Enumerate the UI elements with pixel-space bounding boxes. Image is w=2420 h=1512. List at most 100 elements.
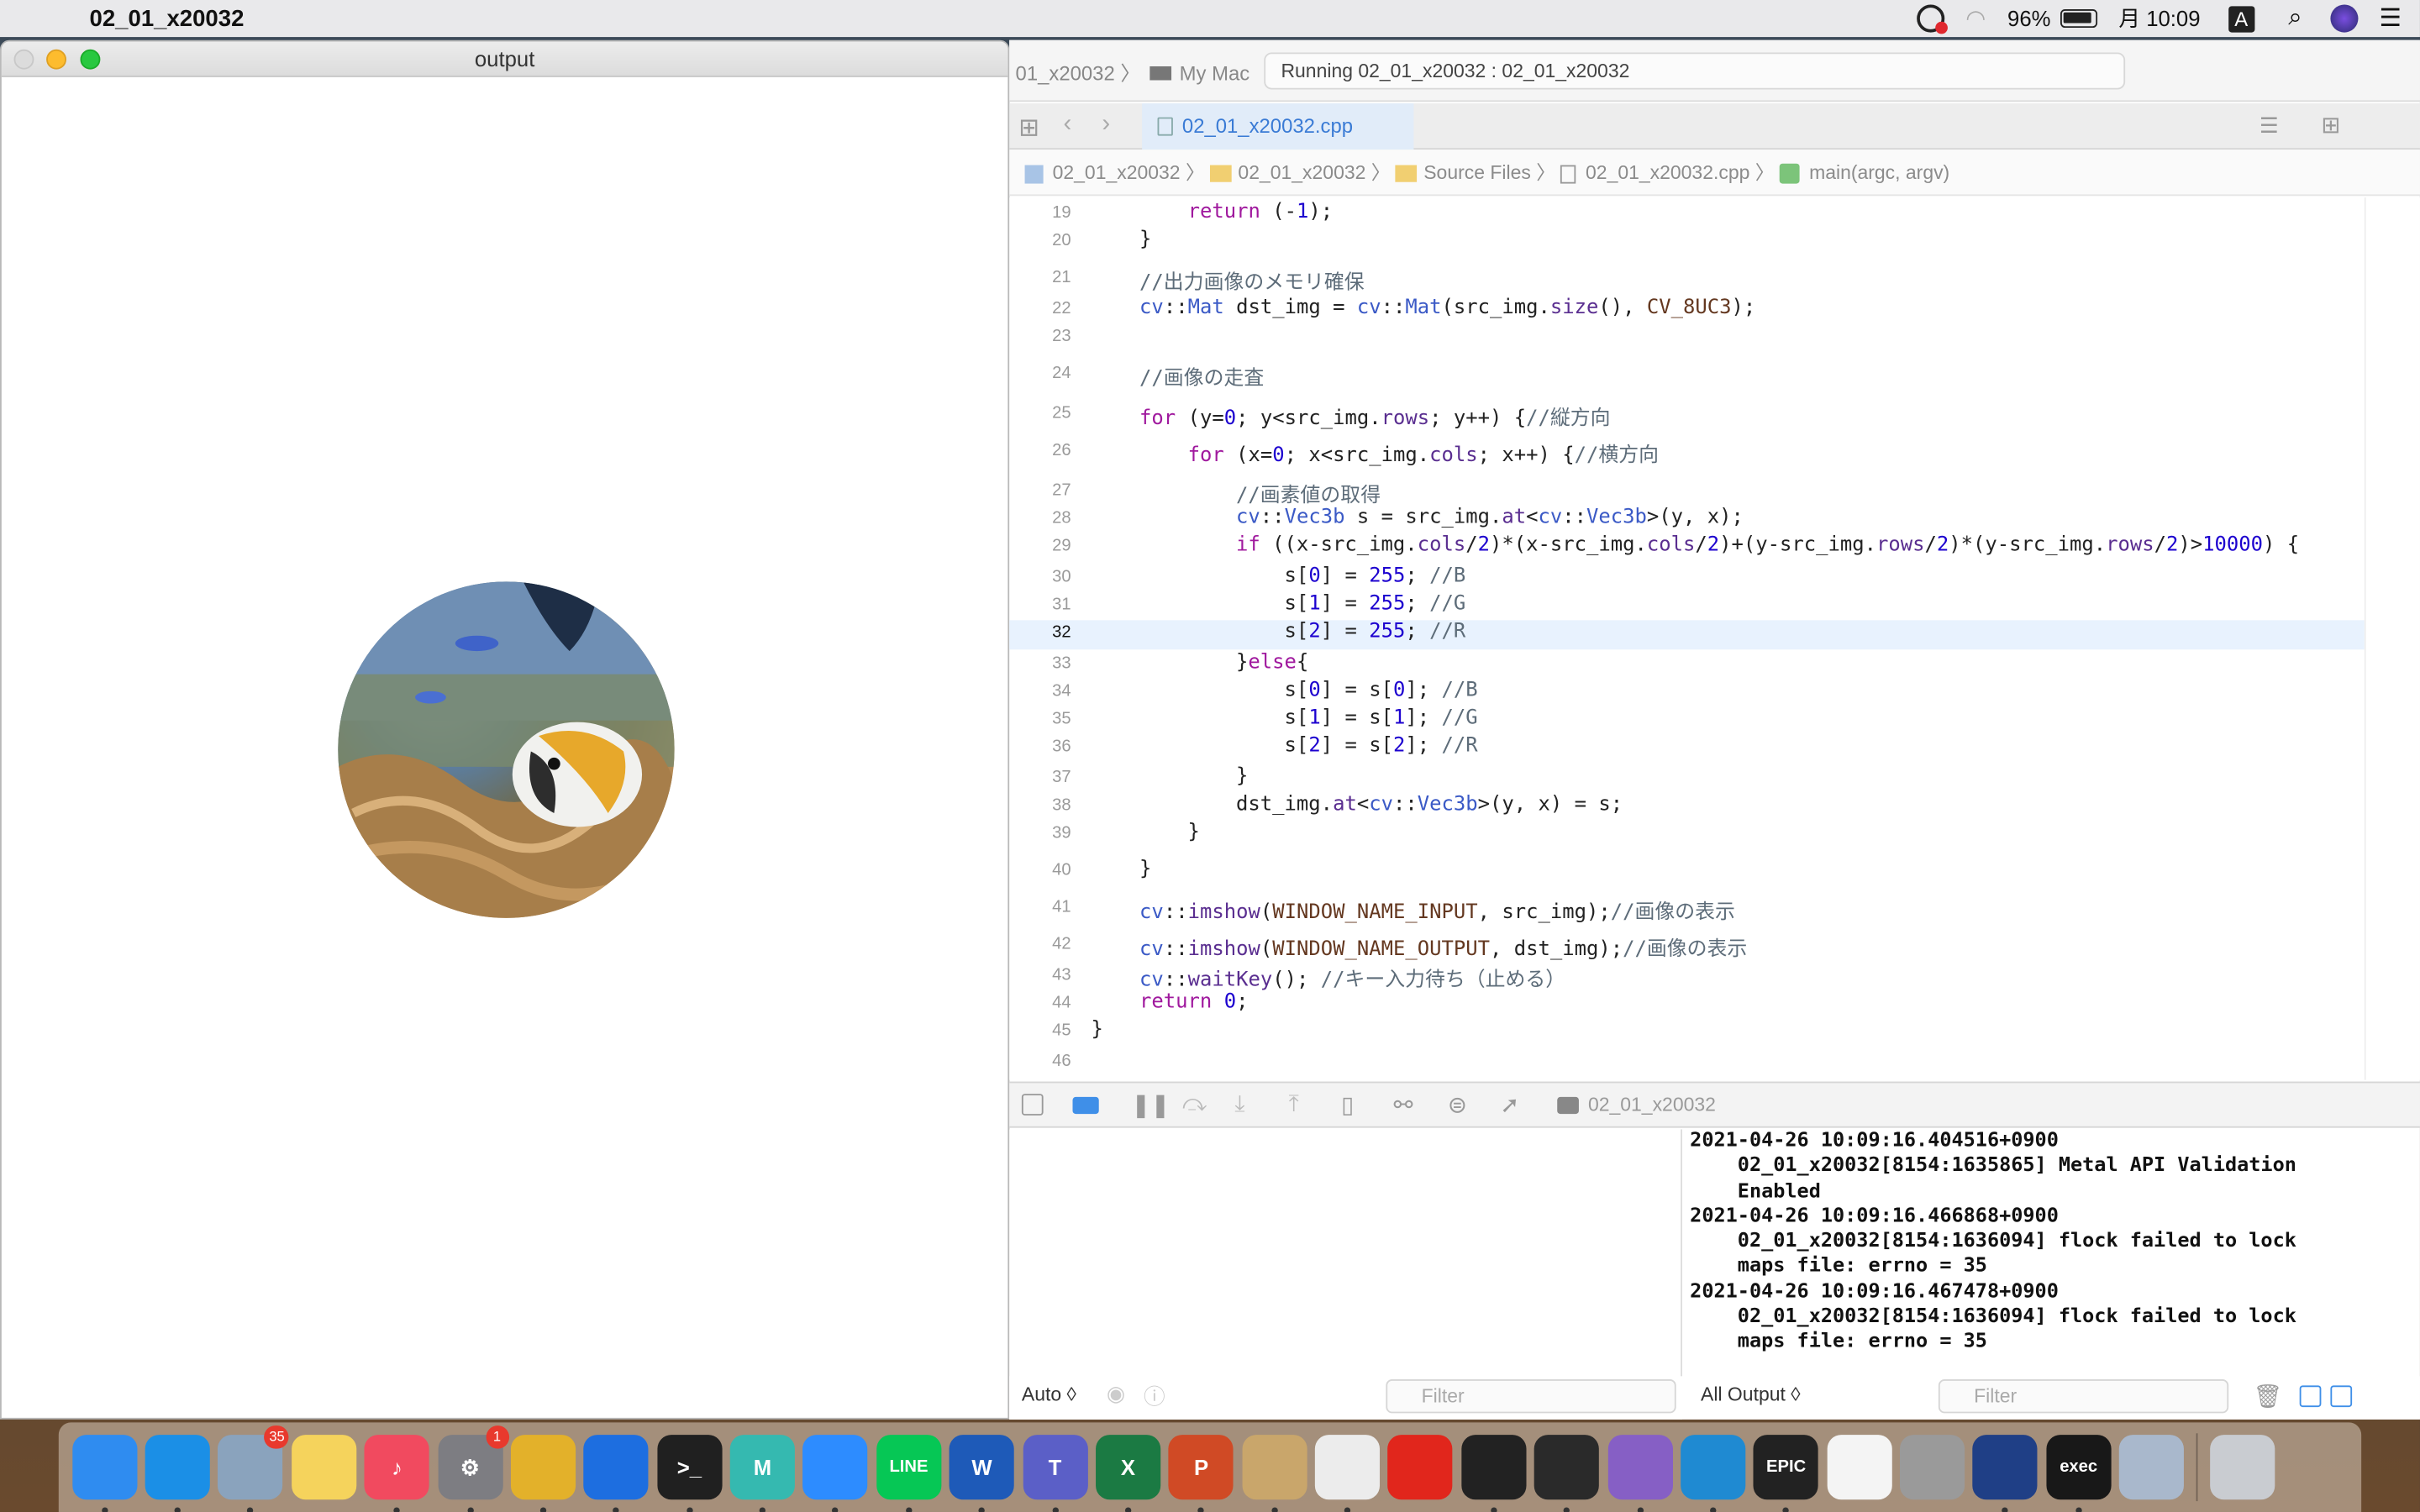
- maya-icon[interactable]: M: [729, 1435, 796, 1512]
- powerpoint-icon[interactable]: P: [1168, 1435, 1234, 1512]
- epic-games-icon[interactable]: EPIC: [1754, 1435, 1819, 1512]
- code-line[interactable]: cv::Vec3b s = src_img.at<cv::Vec3b>(y, x…: [1092, 506, 1744, 529]
- line-number[interactable]: 24: [1009, 364, 1071, 382]
- line-number[interactable]: 36: [1009, 738, 1071, 756]
- screenshot-folder-icon[interactable]: [2119, 1435, 2185, 1500]
- editor-options-icon[interactable]: ☰: [2260, 113, 2279, 139]
- line-number[interactable]: 30: [1009, 568, 1071, 586]
- line-number[interactable]: 19: [1009, 203, 1071, 222]
- line-number[interactable]: 40: [1009, 861, 1071, 879]
- battery-icon[interactable]: [2060, 9, 2097, 29]
- line-number[interactable]: 32: [1009, 623, 1071, 642]
- line-number[interactable]: 23: [1009, 327, 1071, 345]
- xcode-icon[interactable]: [583, 1435, 649, 1512]
- breakpoints-toggle-icon[interactable]: [1072, 1096, 1099, 1115]
- line-icon[interactable]: LINE: [876, 1435, 942, 1512]
- creative-cloud-icon[interactable]: [1916, 4, 1948, 34]
- instruments-icon[interactable]: [1973, 1435, 2039, 1512]
- word-icon[interactable]: W: [949, 1435, 1015, 1512]
- line-number[interactable]: 22: [1009, 299, 1071, 318]
- step-into-icon[interactable]: ⤓: [1234, 1091, 1244, 1117]
- view-hierarchy-icon[interactable]: ▯: [1341, 1091, 1354, 1118]
- line-number[interactable]: 34: [1009, 682, 1071, 701]
- jumpbar-function[interactable]: main(argc, argv): [1809, 162, 1949, 184]
- code-line[interactable]: return 0;: [1092, 990, 1248, 1014]
- eye-icon[interactable]: ◉: [1107, 1381, 1125, 1407]
- line-number[interactable]: 39: [1009, 824, 1071, 843]
- line-number[interactable]: 37: [1009, 769, 1071, 787]
- tab-main-cpp[interactable]: 02_01_x20032.cpp: [1142, 103, 1414, 150]
- scheme-selector[interactable]: 01_x20032 〉 My Mac: [1016, 57, 1250, 87]
- line-number[interactable]: 41: [1009, 898, 1071, 916]
- line-number[interactable]: 44: [1009, 994, 1071, 1012]
- teams-icon[interactable]: T: [1022, 1435, 1088, 1512]
- system-preferences-icon[interactable]: ⚙ 1: [437, 1425, 509, 1512]
- code-line[interactable]: }: [1092, 821, 1200, 844]
- minimize-button[interactable]: [46, 49, 66, 70]
- code-line[interactable]: return (-1);: [1092, 201, 1334, 224]
- code-line[interactable]: if ((x-src_img.cols/2)*(x-src_img.cols/2…: [1092, 533, 2299, 557]
- trash-icon[interactable]: [2209, 1435, 2275, 1500]
- step-over-icon[interactable]: ⤼: [1182, 1091, 1207, 1117]
- output-scope-popup[interactable]: All Output ◊: [1701, 1384, 1801, 1406]
- safari-icon[interactable]: [145, 1435, 210, 1512]
- related-items-icon[interactable]: ⊞: [1018, 113, 1039, 144]
- code-line[interactable]: }: [1092, 1018, 1103, 1042]
- mail-icon[interactable]: 35: [218, 1425, 290, 1512]
- line-number[interactable]: 21: [1009, 269, 1071, 287]
- memory-graph-icon[interactable]: ⚯: [1394, 1091, 1413, 1118]
- code-line[interactable]: for (x=0; x<src_img.cols; x++) {//横方向: [1092, 438, 1659, 468]
- forward-icon[interactable]: ›: [1102, 111, 1110, 139]
- debug-process-name[interactable]: 02_01_x20032: [1588, 1094, 1716, 1116]
- line-number[interactable]: 25: [1009, 404, 1071, 423]
- line-number[interactable]: 46: [1009, 1053, 1071, 1071]
- environment-overrides-icon[interactable]: ⊜: [1448, 1091, 1467, 1118]
- code-line[interactable]: //画像の走査: [1092, 361, 1264, 391]
- output-window-titlebar[interactable]: output: [1, 41, 1008, 77]
- line-number[interactable]: 45: [1009, 1021, 1071, 1040]
- control-center-icon[interactable]: ☰: [2380, 3, 2402, 34]
- active-app-name[interactable]: 02_01_x20032: [90, 5, 245, 31]
- code-line[interactable]: dst_img.at<cv::Vec3b>(y, x) = s;: [1092, 793, 1623, 816]
- back-icon[interactable]: ‹: [1063, 111, 1071, 139]
- code-line[interactable]: //出力画像のメモリ確保: [1092, 265, 1365, 295]
- textedit-icon[interactable]: [1827, 1435, 1892, 1500]
- unity-hub-icon[interactable]: [1461, 1435, 1527, 1512]
- siri-icon[interactable]: [2329, 4, 2358, 33]
- line-number[interactable]: 38: [1009, 796, 1071, 815]
- jumpbar-group[interactable]: 02_01_x20032: [1238, 162, 1365, 184]
- jumpbar-source-files[interactable]: Source Files: [1423, 162, 1531, 184]
- trash-icon[interactable]: 🗑: [2254, 1383, 2283, 1410]
- simulate-location-icon[interactable]: ➚: [1500, 1091, 1519, 1118]
- line-number[interactable]: 29: [1009, 537, 1071, 555]
- code-line[interactable]: }: [1092, 228, 1151, 252]
- code-line[interactable]: //画素値の取得: [1092, 478, 1381, 508]
- script-editor-icon[interactable]: [1241, 1435, 1307, 1512]
- code-line[interactable]: for (y=0; y<src_img.rows; y++) {//縦方向: [1092, 402, 1610, 431]
- vscode-icon[interactable]: [1681, 1435, 1746, 1512]
- battery-percent[interactable]: 96%: [2007, 6, 2050, 30]
- console-filter-input[interactable]: Filter: [1938, 1379, 2229, 1414]
- code-line[interactable]: cv::imshow(WINDOW_NAME_OUTPUT, dst_img);…: [1092, 932, 1747, 962]
- excel-icon[interactable]: X: [1095, 1435, 1161, 1512]
- code-line[interactable]: s[2] = 255; //R: [1092, 620, 1466, 643]
- chrome-icon[interactable]: [510, 1435, 576, 1512]
- code-line[interactable]: }: [1092, 858, 1151, 881]
- unity-icon[interactable]: [1314, 1435, 1381, 1512]
- code-line[interactable]: s[1] = 255; //G: [1092, 592, 1466, 616]
- code-line[interactable]: s[1] = s[1]; //G: [1092, 706, 1478, 730]
- code-line[interactable]: }: [1092, 765, 1248, 789]
- visual-studio-icon[interactable]: [1607, 1435, 1673, 1512]
- line-number[interactable]: 27: [1009, 481, 1071, 500]
- code-line[interactable]: s[2] = s[2]; //R: [1092, 734, 1478, 758]
- exec-icon[interactable]: exec: [2046, 1435, 2112, 1512]
- line-number[interactable]: 28: [1009, 509, 1071, 528]
- line-number[interactable]: 43: [1009, 966, 1071, 984]
- pause-icon[interactable]: ❚❚: [1131, 1091, 1170, 1118]
- input-source-indicator[interactable]: A: [2228, 5, 2254, 32]
- code-line[interactable]: s[0] = s[0]; //B: [1092, 679, 1478, 702]
- terminal-icon[interactable]: >_: [656, 1435, 723, 1512]
- line-number[interactable]: 33: [1009, 654, 1071, 673]
- wifi-icon[interactable]: ◠: [1965, 5, 1986, 32]
- notes-icon[interactable]: [291, 1435, 356, 1500]
